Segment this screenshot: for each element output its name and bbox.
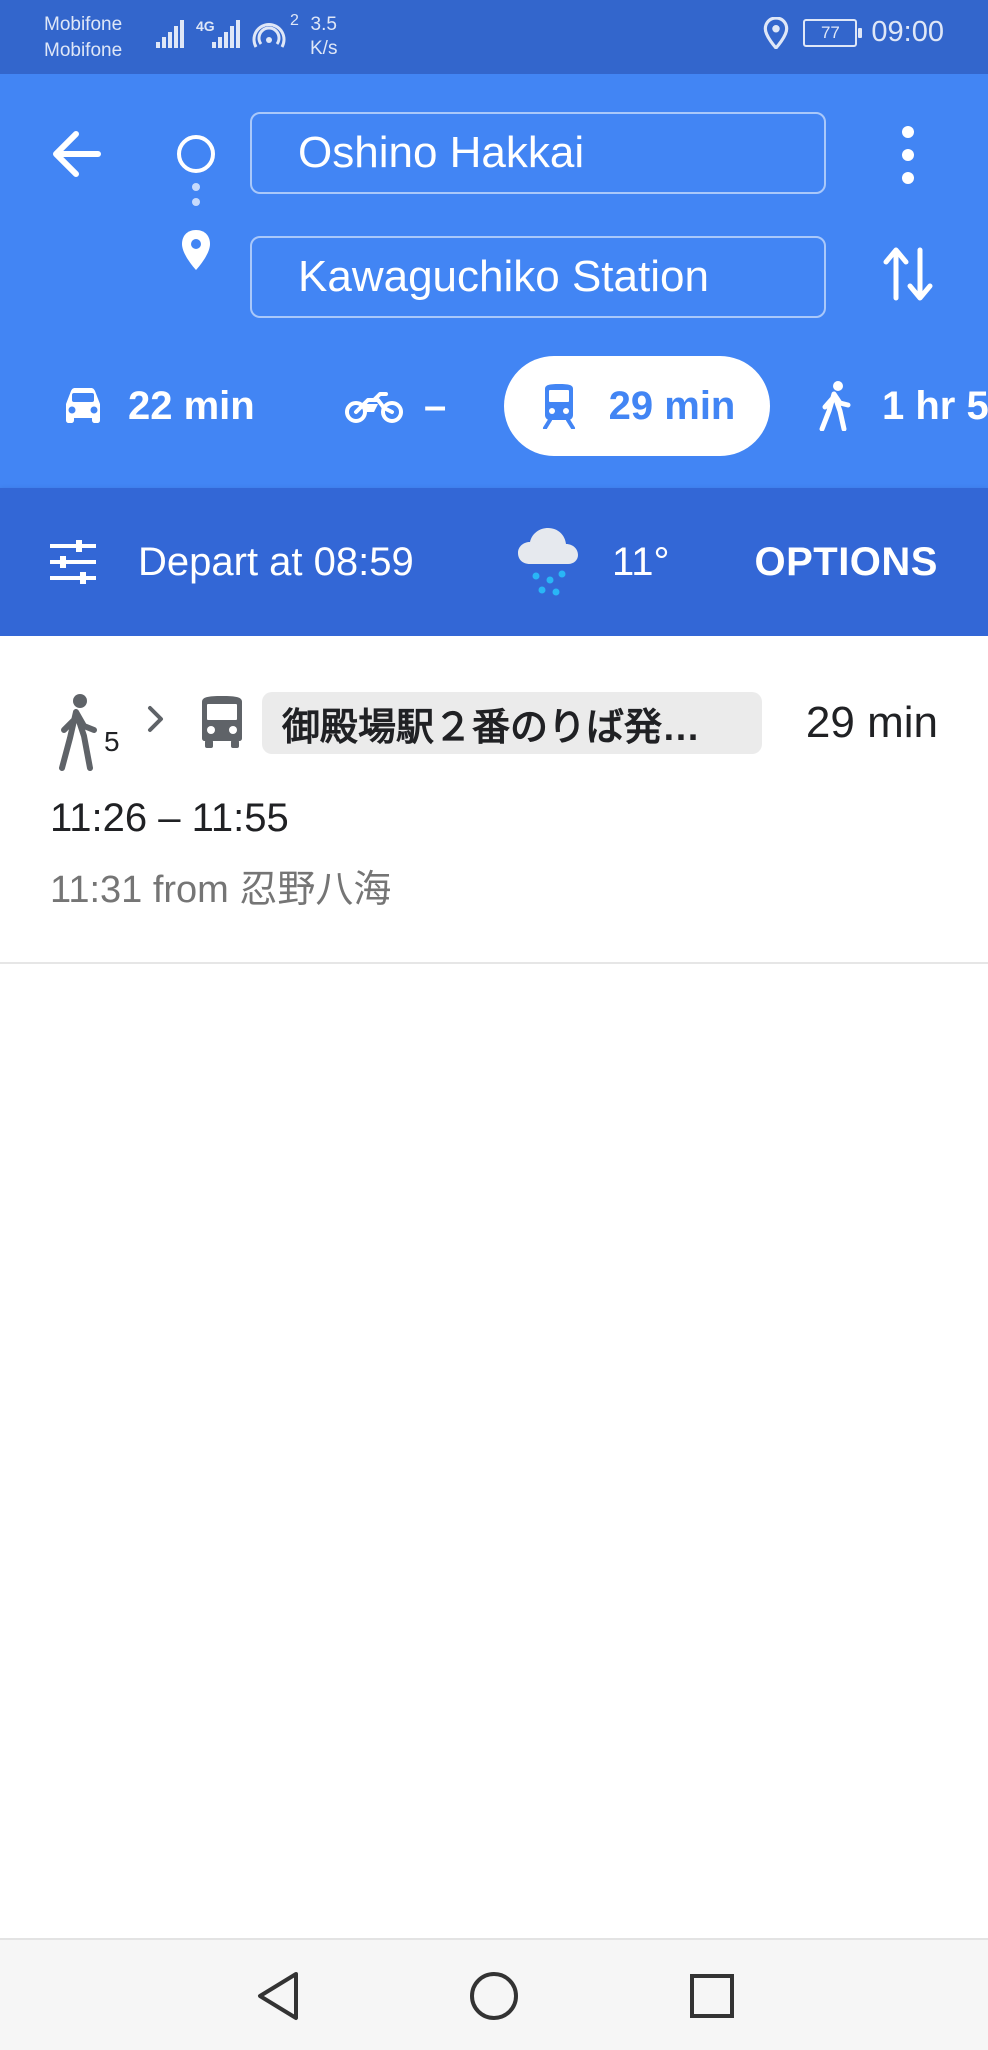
route-departure: 11:31 from 忍野八海 xyxy=(50,869,392,911)
carrier-2: Mobifone xyxy=(44,40,123,61)
options-bar: Depart at 08:59 11° OPTIONS xyxy=(0,488,988,636)
temperature: 11° xyxy=(612,539,670,584)
route-connector-icon xyxy=(177,135,215,270)
status-right: 77 09:00 xyxy=(763,16,944,49)
travel-modes: 22 min – 29 min 1 hr 5 xyxy=(0,356,988,460)
hotspot-count: 2 xyxy=(290,12,299,29)
back-arrow-icon[interactable] xyxy=(48,126,112,182)
route-duration: 29 min xyxy=(805,698,938,747)
speed-unit: K/s xyxy=(310,38,338,59)
system-nav-bar xyxy=(0,1938,988,2050)
rain-cloud-icon xyxy=(518,528,578,596)
destination-input[interactable]: Kawaguchiko Station xyxy=(250,236,826,318)
mode-transit[interactable]: 29 min xyxy=(504,356,770,456)
swap-directions-icon[interactable] xyxy=(880,240,936,308)
options-button[interactable]: OPTIONS xyxy=(754,488,938,636)
nav-recents-icon[interactable] xyxy=(684,1968,740,2024)
transit-line-chip: 御殿場駅２番のりば発… xyxy=(262,692,762,754)
destination-text: Kawaguchiko Station xyxy=(298,252,709,301)
route-result[interactable]: 5 御殿場駅２番のりば発… 29 min 11:26 – 11:55 11:31… xyxy=(0,636,988,964)
speed-value: 3.5 xyxy=(310,14,337,35)
origin-input[interactable]: Oshino Hakkai xyxy=(250,112,826,194)
mode-driving[interactable]: 22 min xyxy=(60,356,255,456)
train-icon xyxy=(542,384,575,429)
location-icon xyxy=(764,16,789,49)
signal-strength-2-icon xyxy=(212,20,240,48)
mode-transit-label: 29 min xyxy=(608,383,736,428)
walk-icon xyxy=(819,381,851,431)
route-times: 11:26 – 11:55 xyxy=(50,796,289,840)
walk-minutes: 5 xyxy=(104,726,120,757)
tune-icon[interactable] xyxy=(48,538,98,586)
mode-walking-label: 1 hr 5 xyxy=(882,383,988,428)
chevron-right-icon xyxy=(148,706,163,732)
nav-home-icon[interactable] xyxy=(466,1968,522,2024)
more-options-icon[interactable] xyxy=(890,124,926,186)
battery-level: 77 xyxy=(820,22,840,42)
bus-icon xyxy=(202,696,242,748)
mode-walking[interactable]: 1 hr 5 xyxy=(818,356,988,456)
network-speed: 3.5 K/s xyxy=(310,13,337,61)
clock: 09:00 xyxy=(871,16,944,48)
carrier-1: Mobifone xyxy=(44,14,123,35)
directions-header: Oshino Hakkai Kawaguchiko Station 22 min xyxy=(0,74,988,488)
battery-icon: 77 xyxy=(803,18,863,47)
signal-strength-icon xyxy=(156,20,184,48)
mode-motorcycle[interactable]: – xyxy=(344,356,446,456)
mode-driving-label: 22 min xyxy=(128,383,255,428)
carrier-labels: Mobifone Mobifone xyxy=(44,12,122,64)
depart-time[interactable]: Depart at 08:59 xyxy=(138,488,414,636)
status-bar: Mobifone Mobifone 4G 2 3.5 K/s 77 09:00 xyxy=(0,0,988,74)
origin-text: Oshino Hakkai xyxy=(298,128,585,177)
hotspot-icon xyxy=(252,23,286,48)
car-icon xyxy=(66,388,100,423)
motorcycle-icon xyxy=(345,392,403,423)
mode-motorcycle-label: – xyxy=(424,383,447,428)
nav-back-icon[interactable] xyxy=(252,1968,308,2024)
